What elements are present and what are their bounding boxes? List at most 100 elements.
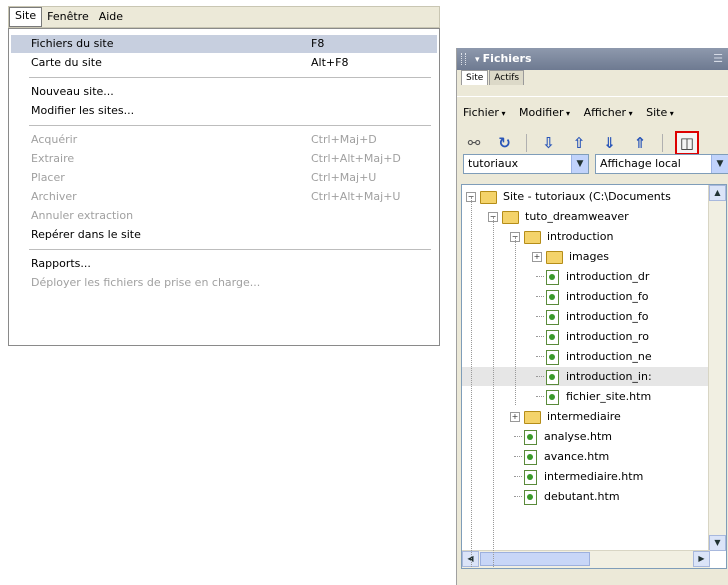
menu-item-label: Carte du site: [31, 56, 102, 69]
tree-connector: [514, 496, 522, 497]
html-file-icon: [546, 329, 559, 345]
menu-item-shortcut: Alt+F8: [311, 56, 349, 69]
menu-item: Annuler extraction: [11, 207, 437, 225]
menu-separator: [29, 77, 431, 78]
toolbar-divider: [526, 134, 527, 152]
tree-guide-line: [493, 217, 494, 568]
menu-item[interactable]: Rapports...: [11, 255, 437, 273]
tree-folder[interactable]: − introduction: [462, 227, 708, 246]
tree-guide-line: [515, 237, 516, 405]
tree-item-label: images: [569, 250, 609, 263]
menu-afficher[interactable]: Afficher: [584, 106, 633, 119]
tree-connector: [536, 356, 544, 357]
tree-file[interactable]: debutant.htm: [462, 487, 708, 506]
menu-item[interactable]: Modifier les sites...: [11, 102, 437, 120]
menu-site-panel[interactable]: Site: [646, 106, 674, 119]
menu-item[interactable]: Carte du site Alt+F8: [11, 54, 437, 72]
toolbar-divider: [661, 134, 663, 152]
tree-item-label: introduction_fo: [566, 290, 649, 303]
menu-item-label: Extraire: [31, 152, 75, 165]
html-file-icon: [524, 449, 537, 465]
put-icon[interactable]: ⇧: [570, 134, 588, 152]
tree-connector: [536, 276, 544, 277]
view-select[interactable]: Affichage local ▼: [595, 154, 728, 174]
menu-item: Acquérir Ctrl+Maj+D: [11, 131, 437, 149]
tree-folder[interactable]: + images: [462, 247, 708, 266]
tree-folder[interactable]: − tuto_dreamweaver: [462, 207, 708, 226]
connect-icon[interactable]: ⚯: [465, 134, 483, 152]
menu-item-label: Fichiers du site: [31, 37, 114, 50]
tree-connector: [536, 396, 544, 397]
html-file-icon: [546, 389, 559, 405]
collapse-arrow-icon[interactable]: ▾: [475, 55, 483, 65]
site-select[interactable]: tutoriaux ▼: [463, 154, 589, 174]
vertical-scrollbar[interactable]: ▲ ▼: [708, 185, 726, 551]
menu-bar: Site Fenêtre Aide: [8, 6, 440, 28]
menu-item-label: Déployer les fichiers de prise en charge…: [31, 276, 261, 289]
folder-icon: [502, 210, 519, 224]
html-file-icon: [546, 369, 559, 385]
tree-folder[interactable]: − Site - tutoriaux (C:\Documents: [462, 187, 708, 206]
folder-icon: [524, 410, 541, 424]
tree-item-label: avance.htm: [544, 450, 610, 463]
menu-item[interactable]: Fichiers du site F8: [11, 35, 437, 53]
grip-icon[interactable]: [461, 53, 466, 65]
expand-icon[interactable]: ◫: [675, 131, 699, 155]
tree-connector: [536, 316, 544, 317]
menu-item: Placer Ctrl+Maj+U: [11, 169, 437, 187]
tree-file[interactable]: analyse.htm: [462, 427, 708, 446]
menu-item[interactable]: Repérer dans le site: [11, 226, 437, 244]
site-view-selects: tutoriaux ▼ Affichage local ▼: [463, 154, 728, 176]
menu-separator: [29, 249, 431, 250]
tree-connector: [514, 436, 522, 437]
html-file-icon: [524, 489, 537, 505]
tree-connector: [514, 456, 522, 457]
menu-site[interactable]: Site: [9, 7, 43, 27]
tree-folder[interactable]: + intermediaire: [462, 407, 708, 426]
menu-fenetre[interactable]: Fenêtre: [42, 8, 94, 26]
panel-title-bar[interactable]: ▾ Fichiers ☰: [457, 48, 728, 70]
tree-file[interactable]: introduction_ne: [462, 347, 708, 366]
tree-file[interactable]: introduction_in:: [462, 367, 708, 386]
tab-actifs[interactable]: Actifs: [489, 70, 525, 85]
get-icon[interactable]: ⇩: [540, 134, 558, 152]
tree-file[interactable]: intermediaire.htm: [462, 467, 708, 486]
menu-fichier[interactable]: Fichier: [463, 106, 506, 119]
expand-plus-icon[interactable]: +: [532, 252, 542, 262]
expand-plus-icon[interactable]: +: [510, 412, 520, 422]
menu-item-label: Nouveau site...: [31, 85, 114, 98]
horizontal-scrollbar[interactable]: ◀ ▶: [462, 550, 710, 568]
tree-item-label: analyse.htm: [544, 430, 613, 443]
html-file-icon: [546, 349, 559, 365]
scroll-thumb[interactable]: [480, 552, 590, 566]
tree-item-label: debutant.htm: [544, 490, 620, 503]
tree-guide-line: [471, 197, 472, 568]
scroll-up-icon[interactable]: ▲: [709, 185, 726, 201]
file-tree[interactable]: ▲ ▼ ◀ ▶ − Site - tutoriaux (C:\Documents −…: [461, 184, 727, 569]
menu-aide[interactable]: Aide: [94, 8, 128, 26]
panel-title: Fichiers: [482, 52, 532, 65]
tree-file[interactable]: avance.htm: [462, 447, 708, 466]
checkout-icon[interactable]: ⇓: [601, 134, 619, 152]
tab-site[interactable]: Site: [461, 70, 489, 85]
checkin-icon[interactable]: ⇑: [631, 134, 649, 152]
menu-item-label: Repérer dans le site: [31, 228, 141, 241]
menu-separator: [29, 125, 431, 126]
tree-item-label: Site - tutoriaux (C:\Documents: [503, 190, 671, 203]
panel-options-icon[interactable]: ☰: [713, 48, 723, 70]
tree-file[interactable]: introduction_dr: [462, 267, 708, 286]
html-file-icon: [524, 429, 537, 445]
menu-modifier[interactable]: Modifier: [519, 106, 570, 119]
tree-file[interactable]: introduction_fo: [462, 307, 708, 326]
tree-item-label: introduction: [547, 230, 614, 243]
tree-file[interactable]: introduction_fo: [462, 287, 708, 306]
tree-file[interactable]: introduction_ro: [462, 327, 708, 346]
scroll-right-icon[interactable]: ▶: [693, 551, 710, 567]
folder-icon: [524, 230, 541, 244]
scroll-down-icon[interactable]: ▼: [709, 535, 726, 551]
menu-item[interactable]: Nouveau site...: [11, 83, 437, 101]
tree-file[interactable]: fichier_site.htm: [462, 387, 708, 406]
refresh-icon[interactable]: ↻: [496, 134, 514, 152]
chevron-down-icon: ▼: [711, 155, 728, 173]
tree-item-label: intermediaire: [547, 410, 621, 423]
